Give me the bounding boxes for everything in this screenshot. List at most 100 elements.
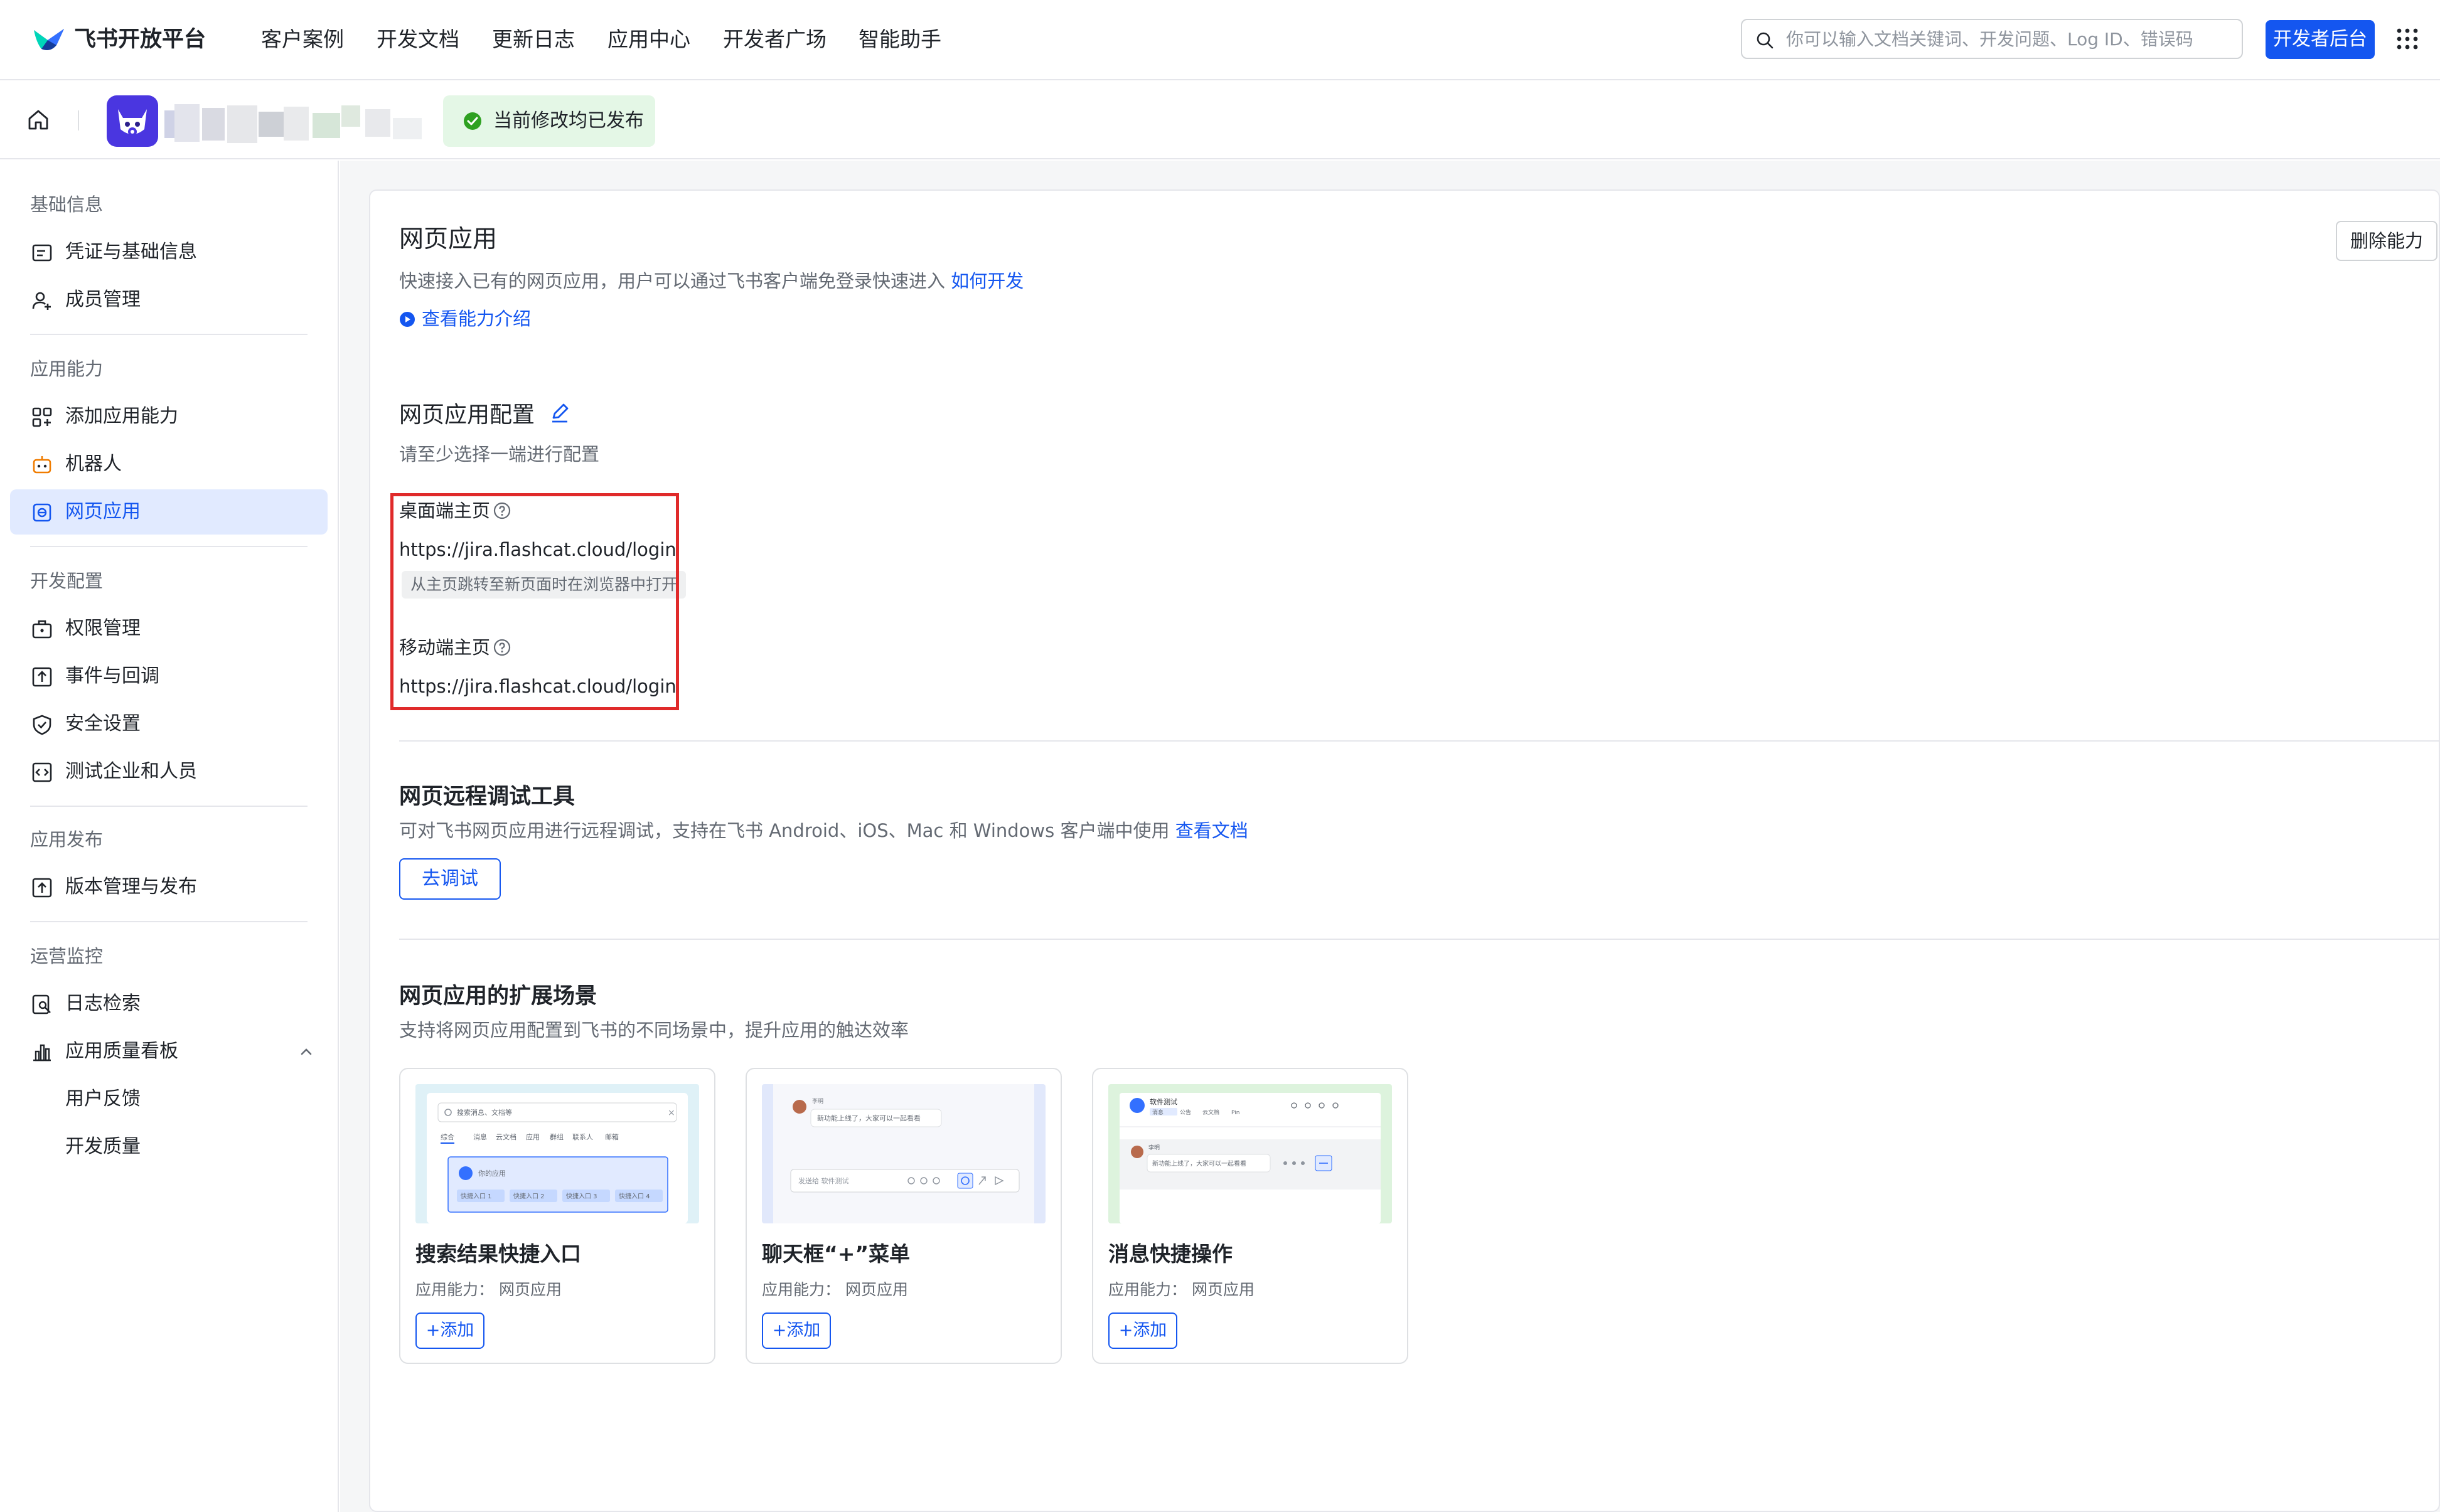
sidebar-item-versions[interactable]: 版本管理与发布 (10, 865, 328, 910)
thumb-search-placeholder: 搜索消息、文档等 (457, 1108, 512, 1117)
scene-card-title: 搜索结果快捷入口 (415, 1242, 581, 1266)
config-title: 网页应用配置 (399, 402, 535, 428)
sidebar-item-user-feedback[interactable]: 用户反馈 (10, 1077, 328, 1122)
user-add-icon (32, 292, 51, 310)
nav-link-docs[interactable]: 开发文档 (377, 23, 459, 56)
sidebar-item-label: 安全设置 (65, 713, 141, 735)
scene-card-search-shortcut[interactable]: 搜索消息、文档等 × 综合 消息 云文档 应用 群组 联系人 邮箱 你的应用 快… (399, 1068, 715, 1364)
sidebar-item-label: 用户反馈 (65, 1088, 141, 1110)
config-hint: 请至少选择一端进行配置 (399, 444, 600, 465)
app-mascot-icon (118, 109, 147, 136)
scenes-description: 支持将网页应用配置到飞书的不同场景中，提升应用的触达效率 (399, 1020, 909, 1041)
thumb-group-tab: 云文档 (1202, 1109, 1219, 1116)
add-scene-button[interactable]: +添加 (1108, 1312, 1177, 1349)
scene-card-chat-plus-menu[interactable]: 李明 新功能上线了，大家可以一起看看 发送给 软件测试 聊天框“+”菜单 应用能… (746, 1068, 1062, 1364)
app-avatar[interactable] (107, 95, 158, 147)
shield-check-icon (33, 715, 51, 735)
sidebar-item-events[interactable]: 事件与回调 (10, 654, 328, 699)
thumb-tab: 消息 (473, 1132, 487, 1141)
plus-icon: + (1118, 1321, 1133, 1340)
sidebar-item-label: 应用质量看板 (65, 1040, 178, 1062)
sidebar-item-add-capability[interactable]: 添加应用能力 (10, 394, 328, 439)
sidebar-item-web-app[interactable]: 网页应用 (10, 489, 328, 535)
sidebar-item-security[interactable]: 安全设置 (10, 701, 328, 747)
thumb-shortcut: 快捷入口 4 (619, 1192, 650, 1200)
sidebar-item-label: 添加应用能力 (65, 405, 178, 427)
sidebar-item-permissions[interactable]: 权限管理 (10, 606, 328, 651)
sidebar-item-credentials[interactable]: 凭证与基础信息 (10, 230, 328, 275)
edit-pencil-icon[interactable] (548, 402, 571, 424)
search-icon (1757, 32, 1774, 49)
divider (78, 110, 79, 130)
sidebar-item-label: 权限管理 (65, 617, 141, 639)
apps-add-icon (32, 407, 52, 427)
robot-icon (33, 456, 51, 474)
view-docs-link[interactable]: 查看文档 (1175, 820, 1248, 841)
briefcase-lock-icon (32, 620, 52, 639)
developer-console-button[interactable]: 开发者后台 (2266, 20, 2375, 59)
sidebar-item-bot[interactable]: 机器人 (10, 442, 328, 487)
thumb-shortcut: 快捷入口 1 (461, 1192, 492, 1200)
section-title-dev-config: 开发配置 (30, 570, 104, 592)
add-scene-button[interactable]: +添加 (415, 1312, 484, 1349)
sidebar-item-label: 测试企业和人员 (65, 760, 197, 782)
scene-card-message-actions[interactable]: 软件测试 消息 公告 云文档 Pin 李明 新功能上线了，大家可以一起看看 消息… (1092, 1068, 1408, 1364)
go-debug-button[interactable]: 去调试 (399, 858, 501, 900)
thumb-tab: 群组 (550, 1132, 564, 1141)
scenes-title: 网页应用的扩展场景 (399, 984, 597, 1009)
chat-plus-menu-thumbnail: 李明 新功能上线了，大家可以一起看看 发送给 软件测试 (762, 1084, 1046, 1223)
sidebar-divider (30, 806, 308, 807)
scene-card-caption: 应用能力： 网页应用 (1108, 1280, 1255, 1299)
delete-capability-button[interactable]: 删除能力 (2336, 221, 2437, 261)
top-navigation: 飞书开放平台 客户案例 开发文档 更新日志 应用中心 开发者广场 智能助手 你可… (0, 0, 2440, 80)
section-title-monitoring: 运营监控 (30, 945, 104, 967)
nav-link-changelog[interactable]: 更新日志 (492, 23, 575, 56)
bar-chart-icon (33, 1044, 51, 1062)
scene-card-caption: 应用能力： 网页应用 (762, 1280, 908, 1299)
sidebar-item-dev-quality[interactable]: 开发质量 (10, 1124, 328, 1169)
thumb-my-app: 你的应用 (478, 1169, 506, 1178)
highlight-annotation-box (390, 493, 679, 710)
section-title-basic: 基础信息 (30, 194, 104, 215)
apps-grid-icon[interactable] (2396, 28, 2419, 50)
sidebar-item-label: 成员管理 (65, 289, 141, 311)
feishu-logo-icon[interactable] (31, 24, 67, 55)
publish-status-text: 当前修改均已发布 (493, 110, 644, 132)
code-box-icon (32, 762, 52, 782)
chevron-up-icon[interactable] (297, 1043, 315, 1060)
add-scene-button[interactable]: +添加 (762, 1312, 831, 1349)
check-circle-icon (464, 112, 481, 130)
section-divider (399, 939, 2440, 940)
event-icon (32, 667, 52, 687)
how-to-develop-link[interactable]: 如何开发 (951, 270, 1024, 292)
home-icon[interactable] (26, 108, 50, 132)
thumb-tab: 综合 (441, 1132, 454, 1141)
scene-card-title: 消息快捷操作 (1108, 1242, 1233, 1266)
search-shortcut-thumbnail: 搜索消息、文档等 × 综合 消息 云文档 应用 群组 联系人 邮箱 你的应用 快… (415, 1084, 699, 1223)
thumb-tab: 应用 (526, 1132, 540, 1141)
sidebar-item-test-tenants[interactable]: 测试企业和人员 (10, 749, 328, 794)
plus-icon: + (772, 1321, 787, 1340)
sidebar-item-quality-dashboard[interactable]: 应用质量看板 (10, 1029, 328, 1074)
thumb-shortcut: 快捷入口 3 (566, 1192, 597, 1200)
sidebar-item-label: 凭证与基础信息 (65, 241, 197, 263)
thumb-sender: 李明 (812, 1097, 823, 1105)
thumb-chat-input: 发送给 软件测试 (798, 1176, 849, 1185)
thumb-sender: 李明 (1148, 1144, 1160, 1151)
sidebar-divider (30, 334, 308, 335)
app-name-redacted (164, 104, 422, 143)
page-title: 网页应用 (399, 225, 498, 253)
add-scene-label: 添加 (440, 1321, 474, 1340)
section-title-release: 应用发布 (30, 829, 104, 850)
search-input[interactable]: 你可以输入文档关键词、开发问题、Log ID、错误码 (1741, 19, 2243, 59)
nav-link-app-center[interactable]: 应用中心 (607, 23, 690, 56)
nav-link-assistant[interactable]: 智能助手 (859, 23, 941, 56)
app-header-bar: 当前修改均已发布 (0, 80, 2440, 159)
sidebar-item-members[interactable]: 成员管理 (10, 277, 328, 322)
sidebar-item-log-search[interactable]: 日志检索 (10, 981, 328, 1026)
sidebar-item-label: 开发质量 (65, 1136, 141, 1158)
thumb-group-name: 软件测试 (1150, 1097, 1177, 1106)
nav-link-cases[interactable]: 客户案例 (261, 23, 344, 56)
brand-name[interactable]: 飞书开放平台 (74, 23, 206, 56)
nav-link-dev-community[interactable]: 开发者广场 (723, 23, 827, 56)
